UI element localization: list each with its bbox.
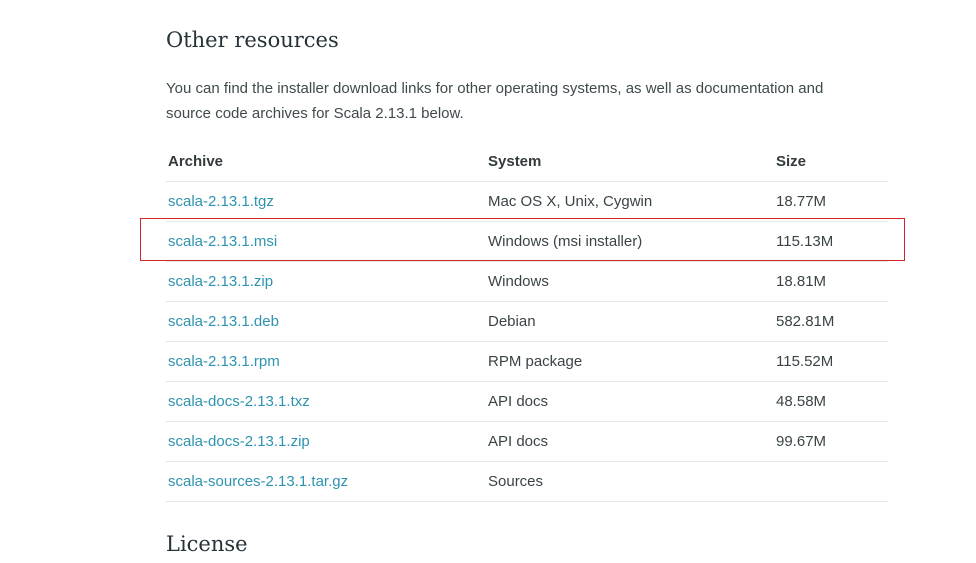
download-link-msi[interactable]: scala-2.13.1.msi (168, 233, 277, 250)
system-cell: Windows (msi installer) (486, 222, 774, 262)
size-cell: 18.81M (774, 262, 888, 302)
header-archive: Archive (166, 142, 486, 182)
archive-cell: scala-2.13.1.deb (166, 302, 486, 342)
archive-cell: scala-2.13.1.tgz (166, 182, 486, 222)
table-row: scala-docs-2.13.1.zip API docs 99.67M (166, 422, 888, 462)
archive-cell: scala-2.13.1.zip (166, 262, 486, 302)
size-cell: 48.58M (774, 382, 888, 422)
system-cell: Sources (486, 462, 774, 502)
archive-cell: scala-docs-2.13.1.txz (166, 382, 486, 422)
download-link-zip[interactable]: scala-2.13.1.zip (168, 273, 273, 290)
size-cell: 99.67M (774, 422, 888, 462)
system-cell: API docs (486, 422, 774, 462)
download-link-tgz[interactable]: scala-2.13.1.tgz (168, 193, 274, 210)
download-link-docs-zip[interactable]: scala-docs-2.13.1.zip (168, 433, 310, 450)
archive-cell: scala-sources-2.13.1.tar.gz (166, 462, 486, 502)
size-cell: 582.81M (774, 302, 888, 342)
system-cell: Debian (486, 302, 774, 342)
section-intro: You can find the installer download link… (166, 80, 824, 122)
archive-cell: scala-2.13.1.msi (166, 222, 486, 262)
download-link-rpm[interactable]: scala-2.13.1.rpm (168, 353, 280, 370)
download-link-deb[interactable]: scala-2.13.1.deb (168, 313, 279, 330)
section-title: Other resources (166, 28, 339, 52)
size-cell: 18.77M (774, 182, 888, 222)
table-header-row: Archive System Size (166, 142, 888, 182)
table-row: scala-sources-2.13.1.tar.gz Sources (166, 462, 888, 502)
size-cell: 115.52M (774, 342, 888, 382)
system-cell: API docs (486, 382, 774, 422)
download-link-docs-txz[interactable]: scala-docs-2.13.1.txz (168, 393, 310, 410)
size-cell: 115.13M (774, 222, 888, 262)
system-cell: Windows (486, 262, 774, 302)
table-row: scala-docs-2.13.1.txz API docs 48.58M (166, 382, 888, 422)
system-cell: RPM package (486, 342, 774, 382)
downloads-table: Archive System Size scala-2.13.1.tgz Mac… (166, 142, 888, 502)
header-size: Size (774, 142, 888, 182)
table-row: scala-2.13.1.rpm RPM package 115.52M (166, 342, 888, 382)
table-row: scala-2.13.1.tgz Mac OS X, Unix, Cygwin … (166, 182, 888, 222)
table-row: scala-2.13.1.zip Windows 18.81M (166, 262, 888, 302)
archive-cell: scala-2.13.1.rpm (166, 342, 486, 382)
archive-cell: scala-docs-2.13.1.zip (166, 422, 486, 462)
size-cell (774, 462, 888, 502)
table-row: scala-2.13.1.deb Debian 582.81M (166, 302, 888, 342)
download-link-sources[interactable]: scala-sources-2.13.1.tar.gz (168, 473, 348, 490)
system-cell: Mac OS X, Unix, Cygwin (486, 182, 774, 222)
header-system: System (486, 142, 774, 182)
license-title: License (166, 532, 248, 556)
table-row: scala-2.13.1.msi Windows (msi installer)… (166, 222, 888, 262)
